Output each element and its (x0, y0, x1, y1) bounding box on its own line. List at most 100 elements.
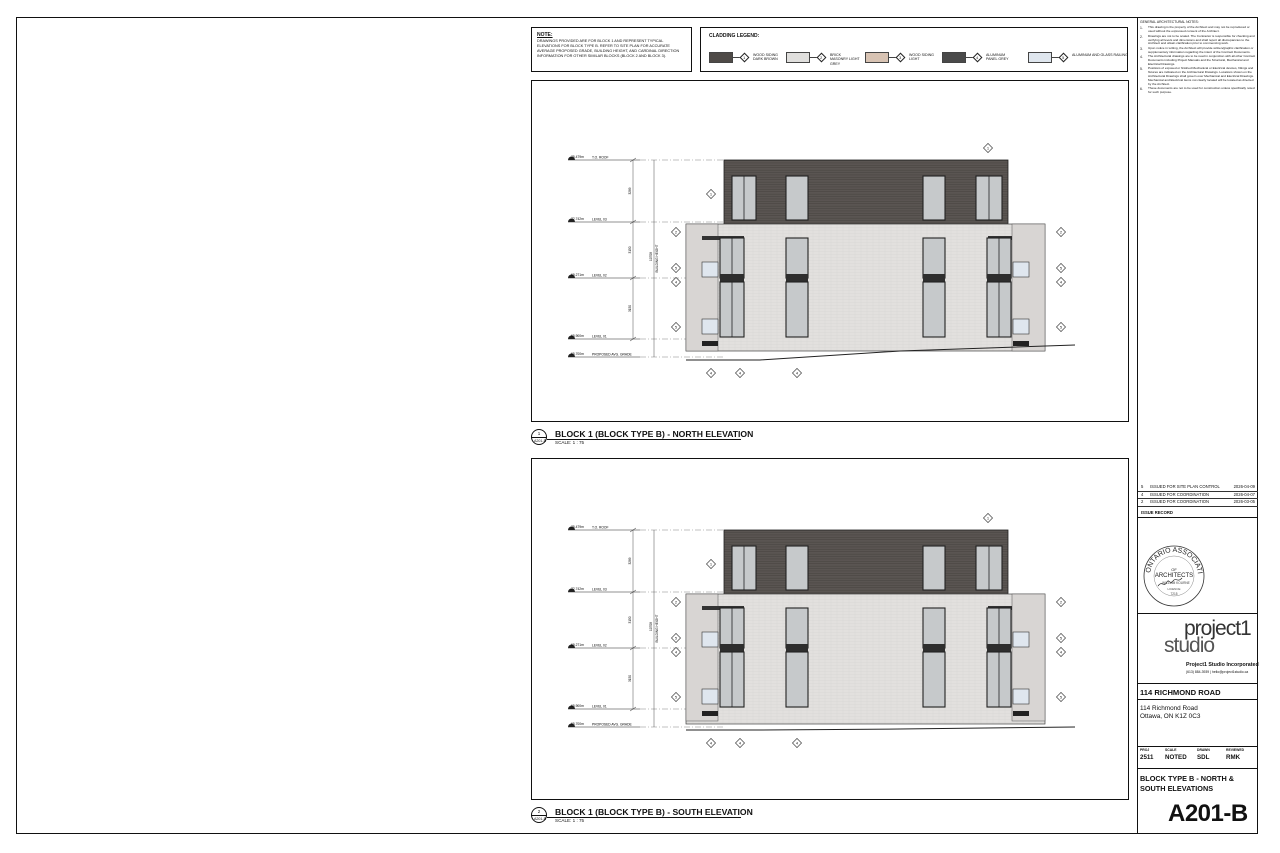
floor-band (923, 644, 945, 652)
level-elevation: 69.271m (571, 643, 584, 647)
level-elevation: 72.742m (571, 587, 584, 591)
firm-contact: (613) 884-3939 | hello@project1studio.ca (1186, 670, 1249, 674)
cladding-tag-number: 5 (1060, 695, 1062, 699)
oaa-seal: ONTARIO ASSOCIATION OF ARCHITECTS WILLIA… (1140, 542, 1205, 607)
base-band (702, 711, 718, 716)
view-2-ref: A201-B (534, 817, 546, 821)
cladding-tag-number: 2 (675, 600, 677, 604)
floor-band (720, 274, 744, 282)
window (785, 545, 809, 591)
level-elevation: 65.700m (571, 352, 584, 356)
view-2-title: BLOCK 1 (BLOCK TYPE B) - SOUTH ELEVATION (555, 807, 753, 817)
grade-line (686, 726, 1076, 731)
issue-date: 2026-04-07 (1233, 491, 1255, 497)
general-notes-list: 1. This drawing is the property of the Ar… (1140, 25, 1256, 95)
dimension-text: 3289 (628, 187, 632, 194)
dimension-text-total: 10708 (649, 622, 653, 631)
cladding-tag-number: 5 (1060, 266, 1062, 270)
level-name: LEVEL 03 (592, 588, 607, 592)
scale-label: SCALE (1165, 748, 1177, 752)
cladding-tag-number: 4 (739, 741, 741, 745)
dimension-label: BUILDING HEIGHT (655, 244, 659, 272)
window (922, 281, 946, 338)
level-elevation: 65.700m (571, 722, 584, 726)
cladding-tag-number: 1 (987, 146, 989, 150)
drawn-value: SDL (1197, 754, 1210, 761)
cladding-tag-number: 1 (710, 192, 712, 196)
seal-of: OF (1171, 567, 1177, 572)
floor-band (786, 644, 808, 652)
cladding-tag-number: 2 (1060, 600, 1062, 604)
view-2-callout-divider (531, 815, 547, 816)
cladding-tag-number: 4 (675, 650, 677, 654)
issue-description: ISSUED FOR COORDINATION (1150, 491, 1210, 497)
general-note-item: 1. This drawing is the property of the Ar… (1140, 25, 1256, 34)
seal-number: 7215 (1170, 592, 1177, 596)
issue-row: 5 ISSUED FOR SITE PLAN CONTROL 2026-04-09 (1138, 484, 1258, 492)
cladding-tag-number: 5 (1060, 325, 1062, 329)
dimension-text: 3289 (628, 557, 632, 564)
proj-label: PROJ (1140, 748, 1150, 752)
issue-rows: 5 ISSUED FOR SITE PLAN CONTROL 2026-04-09 4… (1138, 484, 1258, 507)
window (785, 607, 809, 649)
proj-value: 2511 (1140, 754, 1154, 761)
drawn-label: DRAWN (1197, 748, 1210, 752)
floor-band (923, 274, 945, 282)
level-name: PROPOSED AVG. GRADE (592, 723, 632, 727)
cladding-tag-number: 5 (675, 695, 677, 699)
general-note-text: This drawing is the property of the Arch… (1148, 25, 1250, 34)
general-notes-title: GENERAL ARCHITECTURAL NOTES: (1140, 20, 1199, 24)
firm-bottom-line (1137, 683, 1258, 684)
glass-railing (701, 631, 719, 648)
general-note-number: 2. (1140, 34, 1143, 39)
window (785, 651, 809, 708)
glass-railing (701, 318, 719, 335)
cladding-tag-number: 2 (1060, 230, 1062, 234)
window (922, 545, 946, 591)
window (785, 281, 809, 338)
issue-record: 5 ISSUED FOR SITE PLAN CONTROL 2026-04-09 4… (1138, 484, 1258, 515)
south-elevation: 75.479m T.O. ROOF 72.742m LEVEL 03 69.271m LE… (568, 513, 1076, 748)
window (785, 237, 809, 279)
top-floor-siding (723, 529, 1009, 595)
dimension-text: 3150 (628, 305, 632, 312)
logo-line-2: studio (1164, 634, 1215, 657)
issue-record-bottom-line (1137, 517, 1258, 518)
window (922, 651, 946, 708)
cladding-tag-number: 1 (710, 562, 712, 566)
issue-number: 5 (1141, 484, 1144, 489)
general-note-text: The Architectural drawings are to be rea… (1148, 54, 1256, 66)
cladding-tag-number: 4 (1060, 650, 1062, 654)
level-elevation: 65.900m (571, 704, 584, 708)
general-note-item: 6. These documents are not to be used for… (1140, 86, 1256, 95)
general-note-number: 5. (1140, 67, 1143, 72)
window (922, 237, 946, 279)
seal-bottom-line (1137, 613, 1258, 614)
glass-railing (701, 688, 719, 705)
firm-logo: project1 studio (1162, 617, 1258, 663)
general-note-text: Drawings are not to be scaled. The Contr… (1148, 33, 1255, 46)
glass-railing (1012, 688, 1030, 705)
level-elevation: 72.742m (571, 217, 584, 221)
floor-band (786, 274, 808, 282)
firm-name: Project1 Studio Incorporated (1186, 662, 1259, 668)
cladding-tag-number: 5 (675, 266, 677, 270)
project-address-2: Ottawa, ON K1Z 0C3 (1140, 713, 1201, 720)
view-1-ref: A201-B (534, 439, 546, 443)
issue-description: ISSUED FOR SITE PLAN CONTROL (1150, 484, 1220, 489)
view-2-number: 2 (537, 809, 541, 814)
general-note-item: 4. The Architectural drawings are to be r… (1140, 54, 1256, 67)
view-1-number: 1 (537, 431, 541, 436)
cladding-tag-number: 4 (710, 741, 712, 745)
floor-band (720, 644, 744, 652)
issue-row: 2 ISSUED FOR COORDINATION 2026-03-05 (1138, 499, 1258, 507)
level-elevation: 75.479m (571, 155, 584, 159)
scale-value: NOTED (1165, 754, 1187, 761)
issue-row: 4 ISSUED FOR COORDINATION 2026-04-07 (1138, 491, 1258, 499)
level-name: PROPOSED AVG. GRADE (592, 353, 632, 357)
cladding-tag-number: 4 (739, 371, 741, 375)
view-2-scale: SCALE: 1 : 75 (555, 818, 585, 823)
glass-railing (1012, 631, 1030, 648)
view-1-scale: SCALE: 1 : 75 (555, 440, 585, 445)
issue-date: 2026-04-09 (1233, 484, 1255, 489)
